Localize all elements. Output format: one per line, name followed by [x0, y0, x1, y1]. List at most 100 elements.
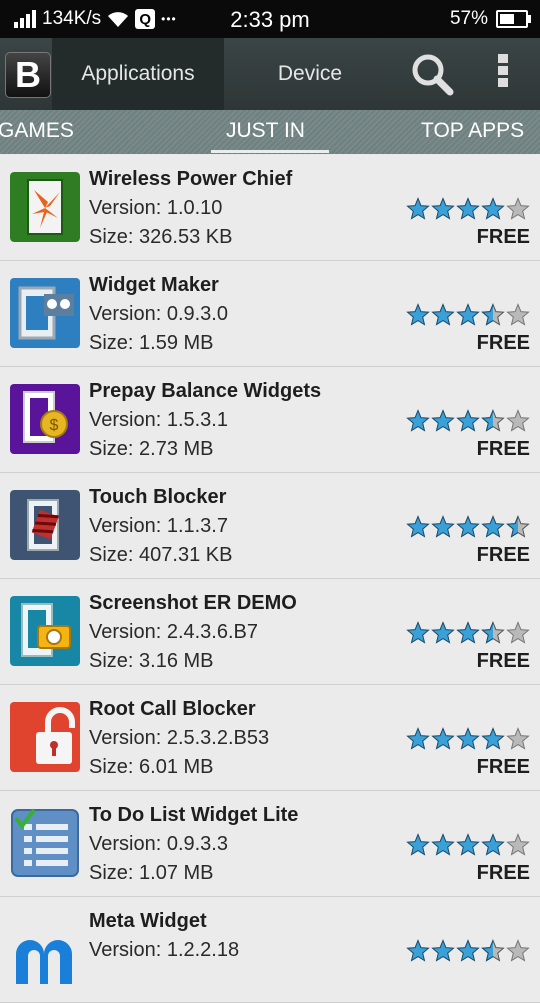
- rating-stars: [406, 939, 530, 968]
- star-icon: [406, 621, 430, 650]
- star-icon: [431, 303, 455, 332]
- star-icon: [506, 727, 530, 756]
- app-list-item[interactable]: Root Call Blocker Version: 2.5.3.2.B53 S…: [0, 685, 540, 791]
- app-size: Size: 407.31 KB: [89, 544, 233, 566]
- star-icon: [481, 833, 505, 862]
- app-price: FREE: [476, 438, 530, 460]
- app-list-item[interactable]: To Do List Widget Lite Version: 0.9.3.3 …: [0, 791, 540, 897]
- app-name: Touch Blocker: [89, 486, 227, 508]
- app-name: Wireless Power Chief: [89, 168, 293, 190]
- svg-text:$: $: [50, 417, 59, 434]
- star-icon: [481, 939, 505, 968]
- star-icon: [456, 621, 480, 650]
- star-icon: [481, 727, 505, 756]
- app-version: Version: 1.5.3.1: [89, 409, 228, 431]
- app-list: Wireless Power Chief Version: 1.0.10 Siz…: [0, 155, 540, 1003]
- star-icon: [431, 621, 455, 650]
- status-bar: 134K/s Q ••• 2:33 pm 57%: [0, 0, 540, 38]
- overflow-menu-icon[interactable]: [486, 54, 520, 94]
- tab-top-apps[interactable]: TOP APPS: [421, 119, 524, 143]
- star-icon: [431, 833, 455, 862]
- app-size: Size: 2.73 MB: [89, 438, 214, 460]
- wireless-power-icon: [10, 172, 80, 242]
- star-icon: [506, 833, 530, 862]
- prepay-balance-icon: $: [10, 384, 80, 454]
- category-tabs: GAMES JUST IN TOP APPS: [0, 110, 540, 154]
- rating-stars: [406, 409, 530, 438]
- star-icon: [406, 939, 430, 968]
- star-icon: [431, 197, 455, 226]
- tab-games[interactable]: GAMES: [0, 119, 74, 143]
- app-name: Screenshot ER DEMO: [89, 592, 297, 614]
- app-name: Root Call Blocker: [89, 698, 256, 720]
- star-icon: [406, 833, 430, 862]
- app-version: Version: 2.4.3.6.B7: [89, 621, 259, 643]
- rating-stars: [406, 621, 530, 650]
- star-icon: [506, 303, 530, 332]
- star-icon: [431, 409, 455, 438]
- app-version: Version: 1.0.10: [89, 197, 223, 219]
- app-version: Version: 1.1.3.7: [89, 515, 228, 537]
- app-size: Size: 1.07 MB: [89, 862, 214, 884]
- star-icon: [456, 303, 480, 332]
- star-icon: [406, 409, 430, 438]
- app-version: Version: 2.5.3.2.B53: [89, 727, 270, 749]
- star-icon: [406, 197, 430, 226]
- app-list-item[interactable]: $ Prepay Balance Widgets Version: 1.5.3.…: [0, 367, 540, 473]
- todo-list-icon: [10, 808, 80, 878]
- app-list-item[interactable]: Meta Widget Version: 1.2.2.18: [0, 897, 540, 1003]
- widget-maker-icon: [10, 278, 80, 348]
- app-size: Size: 326.53 KB: [89, 226, 233, 248]
- star-icon: [456, 727, 480, 756]
- rating-stars: [406, 833, 530, 862]
- star-icon: [506, 197, 530, 226]
- rating-stars: [406, 727, 530, 756]
- app-price: FREE: [476, 756, 530, 778]
- star-icon: [481, 409, 505, 438]
- star-icon: [481, 303, 505, 332]
- star-icon: [481, 515, 505, 544]
- tab-just-in[interactable]: JUST IN: [226, 119, 305, 143]
- app-list-item[interactable]: Widget Maker Version: 0.9.3.0 Size: 1.59…: [0, 261, 540, 367]
- search-icon[interactable]: [408, 50, 456, 98]
- rating-stars: [406, 303, 530, 332]
- rating-stars: [406, 515, 530, 544]
- app-size: Size: 3.16 MB: [89, 650, 214, 672]
- star-icon: [481, 197, 505, 226]
- app-price: FREE: [476, 650, 530, 672]
- app-size: Size: 1.59 MB: [89, 332, 214, 354]
- star-icon: [456, 409, 480, 438]
- star-icon: [431, 727, 455, 756]
- app-list-item[interactable]: Touch Blocker Version: 1.1.3.7 Size: 407…: [0, 473, 540, 579]
- star-icon: [406, 727, 430, 756]
- tab-device[interactable]: Device: [224, 38, 396, 110]
- touch-blocker-icon: [10, 490, 80, 560]
- app-name: Prepay Balance Widgets: [89, 380, 322, 402]
- star-icon: [506, 409, 530, 438]
- star-icon: [456, 939, 480, 968]
- star-icon: [431, 939, 455, 968]
- star-icon: [481, 621, 505, 650]
- star-icon: [406, 515, 430, 544]
- star-icon: [431, 515, 455, 544]
- star-icon: [506, 939, 530, 968]
- star-icon: [456, 833, 480, 862]
- app-list-item[interactable]: Screenshot ER DEMO Version: 2.4.3.6.B7 S…: [0, 579, 540, 685]
- app-price: FREE: [476, 332, 530, 354]
- battery-percent: 57%: [449, 8, 488, 29]
- app-logo[interactable]: B: [5, 52, 51, 98]
- app-list-item[interactable]: Wireless Power Chief Version: 1.0.10 Siz…: [0, 155, 540, 261]
- app-name: Meta Widget: [89, 910, 207, 932]
- app-version: Version: 1.2.2.18: [89, 939, 240, 961]
- app-price: FREE: [476, 544, 530, 566]
- battery-icon: [496, 10, 531, 28]
- tab-applications[interactable]: Applications: [52, 38, 224, 110]
- app-version: Version: 0.9.3.0: [89, 303, 228, 325]
- app-name: To Do List Widget Lite: [89, 804, 299, 826]
- app-price: FREE: [476, 226, 530, 248]
- meta-widget-icon: [10, 914, 80, 984]
- star-icon: [506, 621, 530, 650]
- star-icon: [506, 515, 530, 544]
- app-price: FREE: [476, 862, 530, 884]
- active-tab-indicator: [211, 150, 329, 153]
